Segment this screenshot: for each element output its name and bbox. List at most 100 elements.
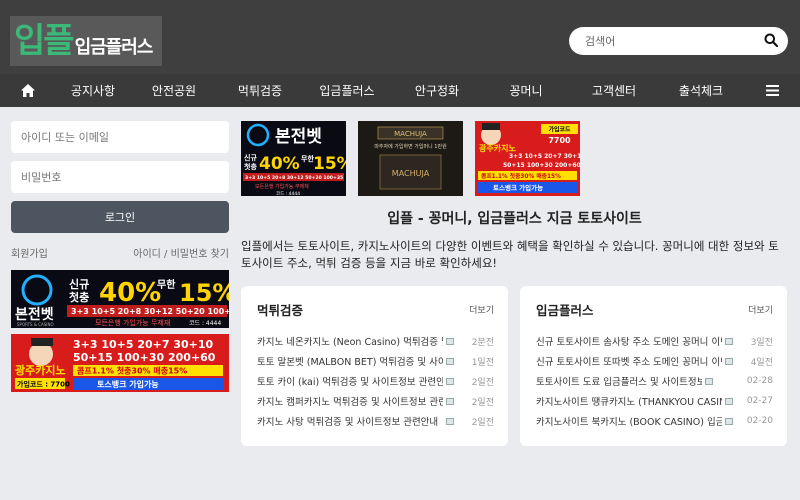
login-id-field: [11, 121, 229, 153]
top-banner-machuja[interactable]: MACHUJA 마추자에 가입하면 가입머니 1만원 MACHUJA: [358, 121, 463, 196]
list-item[interactable]: 토토 말본벳 (MALBON BET) 먹튀검증 및 사이 1일전: [257, 351, 494, 371]
main-content: 본전벳 신규 첫충 40% 무한 15% 3+3 10+5 20+8 30+12…: [241, 121, 788, 446]
post-date: 02-20: [746, 416, 773, 426]
list-item[interactable]: 토토 카이 (kai) 먹튀검증 및 사이트정보 관련안내 2일전: [257, 371, 494, 391]
post-title[interactable]: 카지노 사탕 먹튀검증 및 사이트정보 관련안내: [257, 414, 443, 428]
card-title[interactable]: 입금플러스: [536, 300, 594, 319]
search-icon[interactable]: [764, 32, 779, 51]
tb-gwangju-line4: 토스뱅크 가입가능: [493, 183, 543, 192]
login-button[interactable]: 로그인: [11, 201, 229, 233]
site-header: 입플 입금플러스: [0, 0, 800, 74]
post-title[interactable]: 카지노 네온카지노 (Neon Casino) 먹튀검증 및: [257, 334, 443, 348]
nav-item-safe-park[interactable]: 안전공원: [130, 82, 218, 99]
find-account-link[interactable]: 아이디 / 비밀번호 찾기: [133, 245, 229, 260]
image-icon: [443, 397, 457, 405]
login-password-input[interactable]: [21, 170, 229, 184]
image-icon: [722, 337, 736, 345]
post-date: 2일전: [471, 397, 494, 408]
logo-main-text: 입플: [14, 21, 75, 61]
post-title[interactable]: 신규 토토사이트 또따벳 주소 도메인 꽁머니 이벤: [536, 354, 722, 368]
post-title[interactable]: 카지노 캠퍼카지노 먹튀검증 및 사이트정보 관련: [257, 394, 443, 408]
gwangju-line4: 토스뱅크 가입가능: [97, 379, 159, 389]
gwangju-code: 가입코드 : 7700: [17, 380, 70, 389]
tb-gwangju-brand: 광주카지노: [479, 143, 516, 153]
bonjeon-code: 코드 : 4444: [189, 320, 221, 327]
board-cards: 먹튀검증 더보기 카지노 네온카지노 (Neon Casino) 먹튀검증 및 …: [241, 286, 788, 446]
image-icon: [443, 377, 457, 385]
post-date: 02-28: [746, 376, 773, 386]
card-header: 먹튀검증 더보기: [257, 300, 494, 319]
bonjeon-promo-b: 첫충: [69, 290, 89, 304]
tb-bonjeon-line: 3+3 10+5 20+8 30+12 50+20 100+35: [245, 175, 343, 181]
search-box: [569, 27, 788, 55]
search-input[interactable]: [585, 34, 764, 48]
card-header: 입금플러스 더보기: [536, 300, 773, 319]
gwangju-brand: 광주카지노: [15, 363, 66, 377]
signup-link[interactable]: 회원가입: [11, 245, 48, 260]
page-description: 입플에서는 토토사이트, 카지노사이트의 다양한 이벤트와 혜택을 확인하실 수…: [241, 239, 779, 270]
card-title[interactable]: 먹튀검증: [257, 300, 303, 319]
list-item[interactable]: 카지노 캠퍼카지노 먹튀검증 및 사이트정보 관련 2일전: [257, 391, 494, 411]
list-item[interactable]: 신규 토토사이트 솜사탕 주소 도메인 꽁머니 이벤 3일전: [536, 331, 773, 351]
image-icon: [722, 397, 736, 405]
tb-bonjeon-code: 코드 : 4444: [276, 191, 300, 196]
bonjeon-brand: 본전벳: [15, 306, 54, 323]
nav-item-eye-candy[interactable]: 안구정화: [392, 82, 482, 99]
tb-bonjeon-percent2: 15%: [313, 154, 346, 174]
list-item[interactable]: 신규 토토사이트 또따벳 주소 도메인 꽁머니 이벤 4일전: [536, 351, 773, 371]
site-logo[interactable]: 입플 입금플러스: [10, 16, 162, 66]
image-icon: [722, 357, 736, 365]
list-item[interactable]: 카지노사이트 땡큐카지노 (THANKYOU CASIN 02-27: [536, 391, 773, 411]
bonjeon-bet-banner[interactable]: 본전벳 SPORTS & CASINO 신규 첫충 40% 무한 15% 3+3…: [11, 270, 229, 328]
bonjeon-unlimited: 무한: [157, 279, 176, 291]
post-title[interactable]: 토토 카이 (kai) 먹튀검증 및 사이트정보 관련안내: [257, 374, 443, 388]
main-nav: 공지사항 안전공원 먹튀검증 입금플러스 안구정화 꽁머니 고객센터 출석체크: [0, 74, 800, 107]
nav-item-customer-center[interactable]: 고객센터: [570, 82, 658, 99]
tb-bonjeon-brand: 본전벳: [275, 127, 322, 147]
post-date: 2일전: [471, 377, 494, 388]
post-title[interactable]: 신규 토토사이트 솜사탕 주소 도메인 꽁머니 이벤: [536, 334, 722, 348]
nav-item-notice[interactable]: 공지사항: [56, 82, 130, 99]
nav-item-attendance[interactable]: 출석체크: [658, 82, 744, 99]
post-date: 2분전: [471, 337, 494, 348]
bonjeon-percent2: 15%: [179, 279, 229, 307]
home-icon[interactable]: [0, 84, 56, 97]
gwangju-line2: 50+15 100+30 200+60: [73, 351, 216, 364]
tb-gwangju-line3: 콤프1.1% 첫충30% 매충15%: [481, 172, 561, 180]
login-password-field: [11, 161, 229, 193]
more-link[interactable]: 더보기: [469, 303, 494, 316]
logo-sub-text: 입금플러스: [74, 37, 154, 58]
board-card-deposit-plus: 입금플러스 더보기 신규 토토사이트 솜사탕 주소 도메인 꽁머니 이벤 3일전…: [520, 286, 787, 446]
post-title[interactable]: 카지노사이트 북카지노 (BOOK CASINO) 입금: [536, 414, 722, 428]
bonjeon-sub: SPORTS & CASINO: [17, 322, 54, 327]
post-date: 1일전: [471, 357, 494, 368]
list-item[interactable]: 카지노사이트 북카지노 (BOOK CASINO) 입금 02-20: [536, 411, 773, 431]
nav-item-free-money[interactable]: 꽁머니: [482, 82, 570, 99]
tb-bonjeon-promo-b: 첫충: [244, 162, 257, 171]
bonjeon-promo-a: 신규: [69, 277, 89, 291]
post-date: 2일전: [471, 417, 494, 428]
hamburger-menu-icon[interactable]: [744, 85, 800, 96]
top-banner-gwangju[interactable]: 광주카지노 가입코드 7700 3+3 10+5 20+7 30+10 50+1…: [475, 121, 580, 196]
post-title[interactable]: 토토 말본벳 (MALBON BET) 먹튀검증 및 사이: [257, 354, 443, 368]
top-banner-bonjeon[interactable]: 본전벳 신규 첫충 40% 무한 15% 3+3 10+5 20+8 30+12…: [241, 121, 346, 196]
tb-gwangju-code-label: 가입코드: [548, 126, 571, 134]
more-link[interactable]: 더보기: [748, 303, 773, 316]
nav-item-verification[interactable]: 먹튀검증: [218, 82, 302, 99]
post-title[interactable]: 토토사이트 도료 입금플러스 및 사이트정보: [536, 374, 702, 388]
post-date: 4일전: [750, 357, 773, 368]
post-title[interactable]: 카지노사이트 땡큐카지노 (THANKYOU CASIN: [536, 394, 722, 408]
bonjeon-percent: 40%: [99, 278, 161, 308]
image-icon: [702, 377, 716, 385]
image-icon: [443, 337, 457, 345]
image-icon: [443, 417, 457, 425]
gwangju-casino-banner[interactable]: 광주카지노 가입코드 : 7700 3+3 10+5 20+7 30+10 50…: [11, 334, 229, 392]
login-id-input[interactable]: [21, 130, 229, 144]
list-item[interactable]: 카지노 네온카지노 (Neon Casino) 먹튀검증 및 2분전: [257, 331, 494, 351]
nav-item-deposit-plus[interactable]: 입금플러스: [302, 82, 392, 99]
list-item[interactable]: 토토사이트 도료 입금플러스 및 사이트정보 02-28: [536, 371, 773, 391]
machuja-tagline: 마추자에 가입하면 가입머니 1만원: [374, 143, 447, 150]
post-date: 3일전: [750, 337, 773, 348]
post-date: 02-27: [746, 396, 773, 406]
list-item[interactable]: 카지노 사탕 먹튀검증 및 사이트정보 관련안내 2일전: [257, 411, 494, 431]
